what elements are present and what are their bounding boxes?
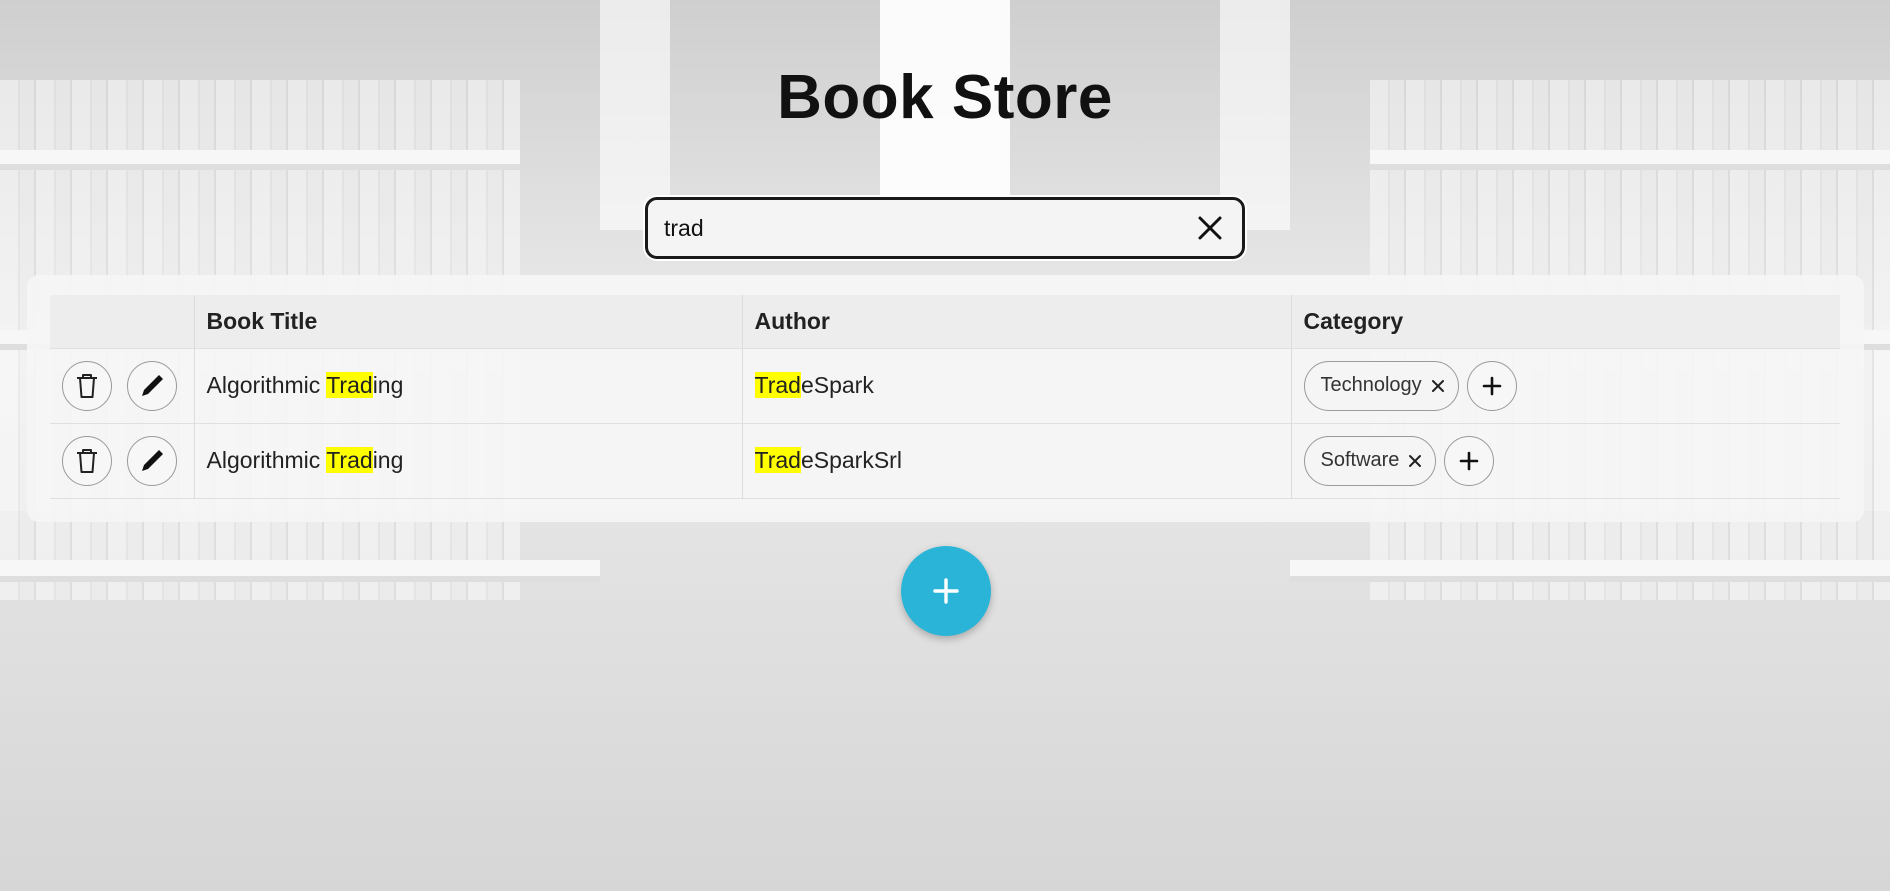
column-header-author[interactable]: Author (742, 295, 1292, 348)
search-input[interactable] (662, 213, 1192, 243)
remove-category-button[interactable] (1430, 378, 1446, 394)
search-highlight: Trad (326, 447, 373, 473)
edit-button[interactable] (127, 435, 177, 486)
plus-icon (1482, 376, 1501, 395)
books-table: Book Title Author Category Algorithmic T… (50, 295, 1840, 499)
book-store-page: Book Store Book Title Author Category (0, 0, 1890, 891)
author-cell: TradeSpark (742, 348, 1292, 423)
books-table-panel: Book Title Author Category Algorithmic T… (27, 275, 1864, 522)
author-cell: TradeSparkSrl (742, 423, 1292, 498)
add-category-button[interactable] (1466, 360, 1517, 411)
close-icon (1409, 454, 1422, 467)
row-actions (50, 348, 195, 423)
table-row: Algorithmic Trading TradeSparkSrl Softwa… (50, 423, 1840, 498)
delete-button[interactable] (62, 360, 112, 411)
plus-icon (933, 578, 959, 604)
book-title-cell: Algorithmic Trading (194, 348, 743, 423)
add-book-button[interactable] (901, 546, 991, 636)
clear-search-button[interactable] (1192, 210, 1228, 246)
row-actions (50, 423, 195, 498)
category-chip-label: Software (1320, 449, 1400, 471)
category-chip: Technology (1303, 360, 1459, 411)
trash-icon (77, 448, 97, 473)
category-cell: Software (1291, 423, 1840, 498)
close-icon (1198, 216, 1222, 240)
remove-category-button[interactable] (1407, 453, 1423, 469)
column-header-actions (50, 295, 195, 348)
table-row: Algorithmic Trading TradeSpark Technolog… (50, 348, 1840, 423)
category-chip: Software (1303, 435, 1437, 486)
trash-icon (77, 373, 97, 398)
pencil-icon (142, 374, 163, 396)
category-chip-label: Technology (1320, 374, 1422, 396)
category-cell: Technology (1291, 348, 1840, 423)
column-header-title[interactable]: Book Title (194, 295, 743, 348)
close-icon (1431, 379, 1444, 392)
page-title: Book Store (777, 63, 1113, 132)
search-highlight: Trad (754, 372, 801, 398)
plus-icon (1460, 451, 1479, 470)
search-highlight: Trad (754, 447, 801, 473)
delete-button[interactable] (62, 435, 112, 486)
add-category-button[interactable] (1444, 435, 1495, 486)
search-highlight: Trad (326, 372, 373, 398)
search-box (645, 197, 1245, 259)
pencil-icon (142, 449, 163, 471)
edit-button[interactable] (127, 360, 177, 411)
table-header-row: Book Title Author Category (50, 295, 1840, 348)
book-title-cell: Algorithmic Trading (194, 423, 743, 498)
column-header-category[interactable]: Category (1291, 295, 1840, 348)
